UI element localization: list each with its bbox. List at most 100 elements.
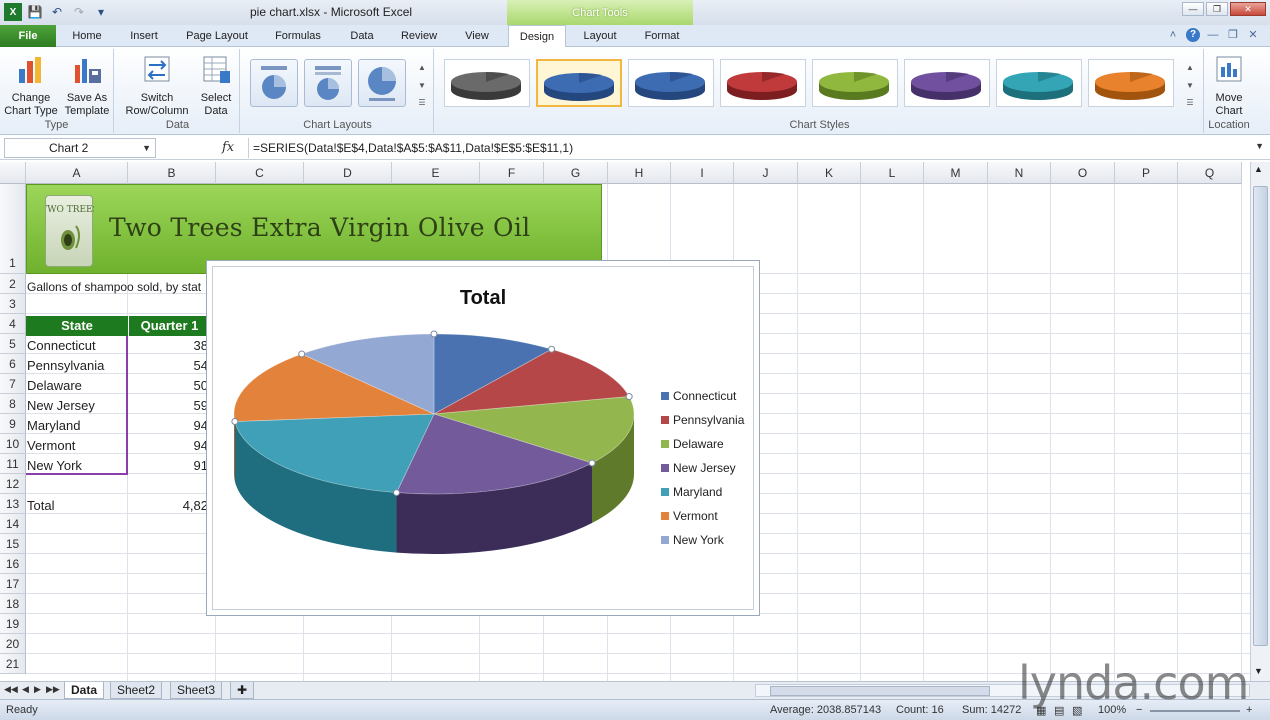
subtitle-cell[interactable]: Gallons of shampoo sold, by stat (27, 277, 207, 297)
column-header-k[interactable]: K (798, 162, 861, 184)
minimize-ribbon-icon[interactable]: ˄ (1166, 28, 1180, 42)
chart-style-3[interactable] (628, 59, 714, 107)
selection-handle[interactable] (298, 350, 306, 358)
pie-chart[interactable] (213, 267, 653, 611)
chart-layout-3[interactable] (358, 59, 406, 107)
row-header-2[interactable]: 2 (0, 274, 26, 294)
tab-layout[interactable]: Layout (572, 25, 628, 47)
help-icon[interactable]: ? (1186, 28, 1200, 42)
column-header-g[interactable]: G (544, 162, 608, 184)
column-header-e[interactable]: E (392, 162, 480, 184)
chart-layout-1[interactable] (250, 59, 298, 107)
tab-file[interactable]: File (0, 25, 56, 47)
name-box[interactable]: Chart 2 ▼ (4, 138, 156, 158)
row-header-13[interactable]: 13 (0, 494, 26, 514)
chevron-down-icon[interactable]: ▼ (142, 139, 151, 157)
redo-icon[interactable]: ↷ (70, 3, 88, 21)
workbook-close-icon[interactable]: ✕ (1246, 28, 1260, 42)
legend-item[interactable]: Connecticut (661, 384, 744, 408)
header-q1-cell[interactable]: Quarter 1 (129, 316, 210, 336)
tab-page-layout[interactable]: Page Layout (178, 25, 256, 47)
minimize-icon[interactable]: — (1182, 2, 1204, 16)
tab-design[interactable]: Design (508, 25, 566, 48)
column-header-q[interactable]: Q (1178, 162, 1242, 184)
chart-style-5[interactable] (812, 59, 898, 107)
sheet-tab-sheet2[interactable]: Sheet2 (110, 682, 163, 699)
select-data-button[interactable]: Select Data (196, 53, 236, 118)
scroll-thumb[interactable] (1253, 186, 1268, 646)
change-chart-type-button[interactable]: Change Chart Type (2, 53, 60, 118)
row-header-18[interactable]: 18 (0, 594, 26, 614)
chart-object[interactable]: Total Connecticut Pennsylvania Delaware New… (206, 260, 760, 616)
tab-formulas[interactable]: Formulas (264, 25, 332, 47)
worksheet-grid[interactable]: ABCDEFGHIJKLMNOPQ 1 2 3 4 5 6 7 8 9 10 11 12 13 14 15 1… (0, 162, 1250, 681)
last-sheet-icon[interactable]: ▶▶ (46, 684, 60, 695)
chart-style-6[interactable] (904, 59, 990, 107)
tab-view[interactable]: View (454, 25, 500, 47)
scroll-up-icon[interactable]: ▲ (1186, 63, 1194, 72)
total-label-cell[interactable]: Total (27, 496, 127, 516)
undo-icon[interactable]: ↶ (48, 3, 66, 21)
chart-style-1[interactable] (444, 59, 530, 107)
scroll-down-icon[interactable]: ▼ (1254, 666, 1263, 676)
row-header-14[interactable]: 14 (0, 514, 26, 534)
quarter1-cell[interactable]: 94 (130, 416, 208, 436)
quarter1-cell[interactable]: 91 (130, 456, 208, 476)
tab-insert[interactable]: Insert (118, 25, 170, 47)
scroll-up-icon[interactable]: ▲ (418, 63, 426, 72)
hscroll-thumb[interactable] (770, 686, 990, 696)
row-header-10[interactable]: 10 (0, 434, 26, 454)
insert-function-icon[interactable]: fx (222, 140, 234, 155)
column-header-a[interactable]: A (26, 162, 128, 184)
excel-app-icon[interactable]: X (4, 3, 22, 21)
row-header-20[interactable]: 20 (0, 634, 26, 654)
formula-input[interactable]: =SERIES(Data!$E$4,Data!$A$5:$A$11,Data!$… (248, 138, 1248, 158)
restore-icon[interactable]: ❐ (1206, 2, 1228, 16)
tab-data[interactable]: Data (340, 25, 384, 47)
row-header-8[interactable]: 8 (0, 394, 26, 414)
selection-handle[interactable] (430, 330, 438, 338)
column-header-j[interactable]: J (734, 162, 798, 184)
row-header-6[interactable]: 6 (0, 354, 26, 374)
selection-handle[interactable] (548, 345, 556, 353)
sheet-tab-sheet3[interactable]: Sheet3 (170, 682, 223, 699)
plot-area[interactable]: Total Connecticut Pennsylvania Delaware New… (212, 266, 754, 610)
row-header-12[interactable]: 12 (0, 474, 26, 494)
more-icon[interactable]: ☰ (1186, 98, 1193, 107)
quarter1-cell[interactable]: 38 (130, 336, 208, 356)
column-header-p[interactable]: P (1115, 162, 1178, 184)
tab-review[interactable]: Review (392, 25, 446, 47)
selection-handle[interactable] (231, 418, 239, 426)
prev-sheet-icon[interactable]: ◀ (22, 684, 29, 695)
legend-item[interactable]: Delaware (661, 432, 744, 456)
workbook-minimize-icon[interactable]: — (1206, 28, 1220, 42)
quarter1-cell[interactable]: 94 (130, 436, 208, 456)
customize-icon[interactable]: ▾ (92, 3, 110, 21)
scroll-down-icon[interactable]: ▼ (1186, 81, 1194, 90)
close-icon[interactable]: ✕ (1230, 2, 1266, 16)
row-header-17[interactable]: 17 (0, 574, 26, 594)
column-header-c[interactable]: C (216, 162, 304, 184)
quarter1-cell[interactable]: 54 (130, 356, 208, 376)
row-header-11[interactable]: 11 (0, 454, 26, 474)
scroll-up-icon[interactable]: ▲ (1254, 164, 1263, 174)
column-header-n[interactable]: N (988, 162, 1051, 184)
column-header-h[interactable]: H (608, 162, 671, 184)
selection-handle[interactable] (625, 393, 633, 401)
scroll-down-icon[interactable]: ▼ (418, 81, 426, 90)
row-header-1[interactable]: 1 (0, 184, 26, 274)
column-header-l[interactable]: L (861, 162, 924, 184)
row-header-15[interactable]: 15 (0, 534, 26, 554)
move-chart-button[interactable]: Move Chart (1208, 53, 1250, 118)
tab-home[interactable]: Home (62, 25, 112, 47)
row-header-3[interactable]: 3 (0, 294, 26, 314)
row-header-16[interactable]: 16 (0, 554, 26, 574)
column-header-f[interactable]: F (480, 162, 544, 184)
legend-item[interactable]: Maryland (661, 480, 744, 504)
chart-layout-2[interactable] (304, 59, 352, 107)
quarter1-cell[interactable]: 50 (130, 376, 208, 396)
chart-legend[interactable]: Connecticut Pennsylvania Delaware New Jerse… (661, 384, 744, 552)
chart-style-8[interactable] (1088, 59, 1174, 107)
header-state-cell[interactable]: State (26, 316, 128, 336)
expand-formula-bar-icon[interactable]: ▼ (1255, 141, 1264, 151)
